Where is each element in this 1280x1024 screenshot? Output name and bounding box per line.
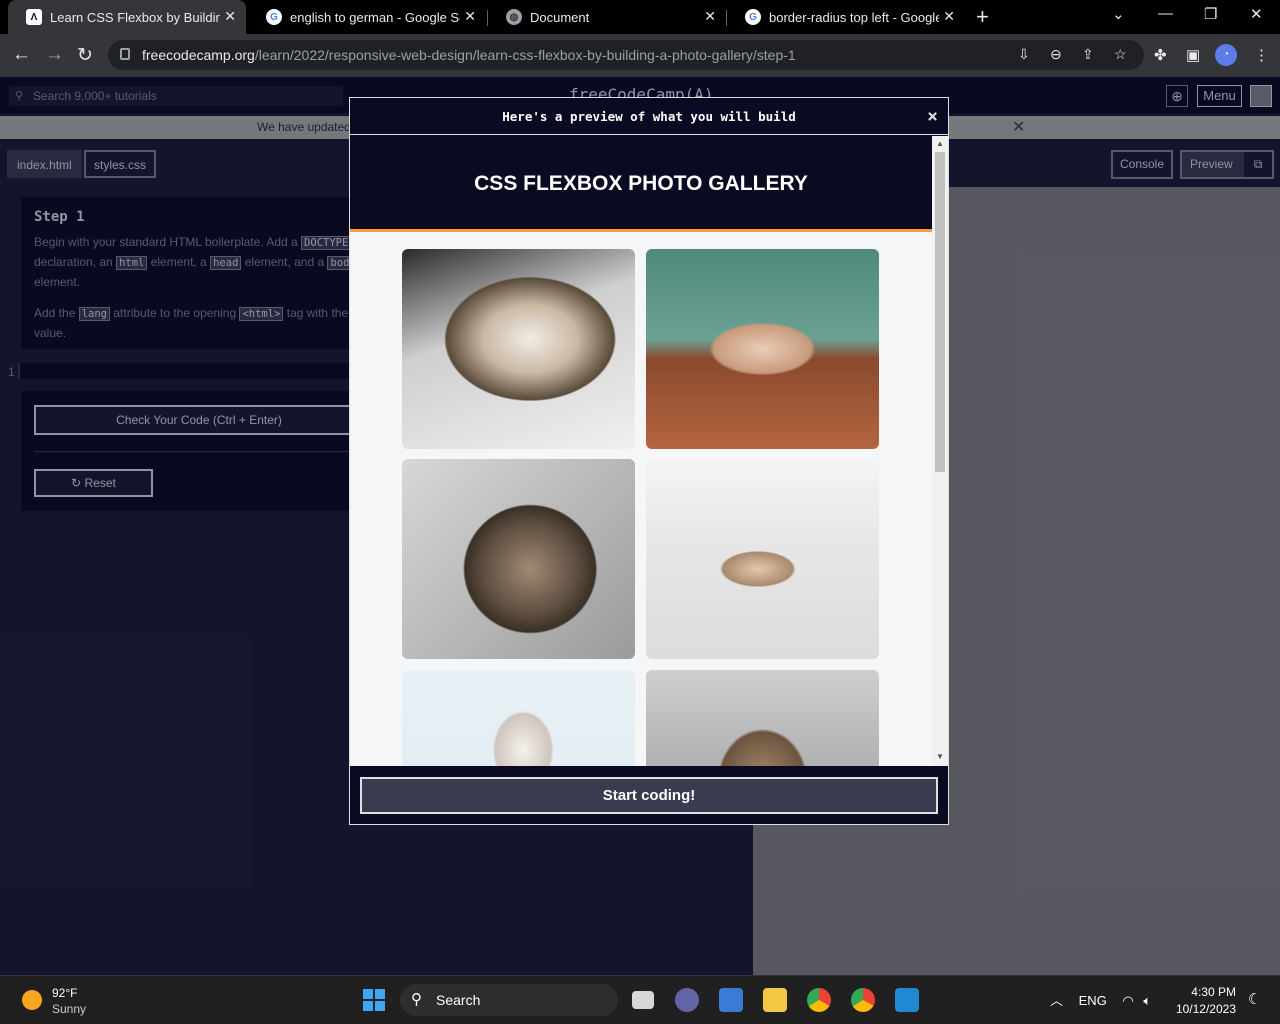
vscode-icon[interactable] [895,988,919,1012]
minimize-icon[interactable]: — [1158,5,1173,22]
cat-photo-white-kitten [402,670,635,766]
start-coding-button[interactable]: Start coding! [360,777,938,814]
google-icon: G [745,9,761,25]
preview-frame: CSS FLEXBOX PHOTO GALLERY ▲ ▼ [350,136,948,766]
widgets-icon[interactable] [719,988,743,1012]
volume-icon[interactable]: 🔈︎ [1143,993,1151,1008]
modal-header: Here's a preview of what you will build … [350,98,948,135]
language-indicator[interactable]: ENG [1079,993,1107,1008]
close-icon[interactable]: × [927,98,938,135]
modal-title: Here's a preview of what you will build [502,109,796,124]
close-tab-icon[interactable]: ✕ [464,8,476,25]
scroll-down-icon[interactable]: ▼ [936,752,944,761]
gallery-title: CSS FLEXBOX PHOTO GALLERY [474,172,808,195]
taskbar-search[interactable]: ⚲ Search [400,984,618,1016]
task-view-icon[interactable] [632,991,654,1009]
cat-photo-under-blanket [646,459,879,659]
close-tab-icon[interactable]: ✕ [224,8,236,25]
freecodecamp-icon: Λ [26,9,42,25]
system-tray: ︿ ENG ◠ 🔈︎ [1050,990,1151,1009]
gallery-header: CSS FLEXBOX PHOTO GALLERY [350,136,932,232]
tab-title: border-radius top left - Google S [769,9,939,25]
zoom-icon[interactable]: ⊖ [1050,46,1062,63]
cat-photo-tabby [402,459,635,659]
chrome-icon[interactable] [807,988,831,1012]
cat-photo-lying-floor [646,249,879,449]
kebab-menu-icon[interactable]: ⋮ [1254,46,1269,64]
sun-icon[interactable] [22,990,42,1010]
chat-icon[interactable] [675,988,699,1012]
globe-icon: ◍ [506,9,522,25]
cat-photo-sleeping [402,249,635,449]
notifications-moon-icon[interactable]: ☾ [1248,990,1261,1008]
clock-date[interactable]: 10/12/2023 [1170,1002,1236,1016]
scrollbar[interactable]: ▲ ▼ [932,136,948,766]
url-path: /learn/2022/responsive-web-design/learn-… [254,47,796,63]
reload-icon[interactable]: ↻ [77,44,93,67]
side-panel-icon[interactable]: ▣ [1186,46,1200,64]
browser-toolbar: ← → ↻ freecodecamp.org/learn/2022/respon… [0,34,1280,77]
tab-search-icon[interactable]: ⌄ [1112,5,1125,23]
tab-google-english[interactable]: G english to german - Google Sear ✕ [248,0,486,34]
tab-title: english to german - Google Sear [290,9,460,25]
windows-taskbar: 92°F Sunny ⚲ Search ︿ ENG ◠ 🔈︎ 4:30 PM 1… [0,975,1280,1024]
new-tab-icon[interactable]: + [976,4,989,30]
close-tab-icon[interactable]: ✕ [704,8,716,25]
bookmark-star-icon[interactable]: ☆ [1114,46,1127,63]
google-icon: G [266,9,282,25]
window-close-icon[interactable]: ✕ [1250,5,1263,23]
taskbar-search-label: Search [436,992,481,1008]
windows-start-icon[interactable] [363,989,385,1011]
tab-document[interactable]: ◍ Document ✕ [488,0,726,34]
modal-footer: Start coding! [350,767,948,824]
close-tab-icon[interactable]: ✕ [943,8,955,25]
forward-icon[interactable]: → [45,44,64,66]
extensions-icon[interactable]: ✤ [1154,46,1167,64]
weather-temperature[interactable]: 92°F [52,986,77,1000]
tab-title: Document [530,9,590,25]
search-icon: ⚲ [411,991,422,1008]
address-bar[interactable]: freecodecamp.org/learn/2022/responsive-w… [108,40,1144,70]
tab-title: Learn CSS Flexbox by Building a [50,9,220,25]
cat-photo-tabby-kitten [646,670,879,766]
restore-icon[interactable]: ❐ [1204,5,1217,23]
chrome-profile-icon[interactable] [851,988,875,1012]
weather-condition[interactable]: Sunny [52,1002,86,1016]
file-explorer-icon[interactable] [763,988,787,1012]
back-icon[interactable]: ← [12,44,31,66]
tab-freecodecamp[interactable]: Λ Learn CSS Flexbox by Building a ✕ [8,0,246,34]
share-icon[interactable]: ⇪ [1082,46,1094,63]
scroll-thumb[interactable] [935,152,945,472]
scroll-up-icon[interactable]: ▲ [936,139,944,148]
install-icon[interactable]: ⇩ [1018,46,1030,63]
tray-chevron-icon[interactable]: ︿ [1050,993,1063,1008]
preview-modal: Here's a preview of what you will build … [349,97,949,825]
lock-icon [120,48,130,60]
browser-tab-bar: Λ Learn CSS Flexbox by Building a ✕ G en… [0,0,1280,34]
tab-google-border-radius[interactable]: G border-radius top left - Google S ✕ [727,0,965,34]
clock-time[interactable]: 4:30 PM [1178,985,1236,999]
url-host: freecodecamp.org [142,47,255,63]
profile-avatar[interactable]: ◔ [1215,44,1237,66]
wifi-icon[interactable]: ◠ [1122,993,1133,1008]
